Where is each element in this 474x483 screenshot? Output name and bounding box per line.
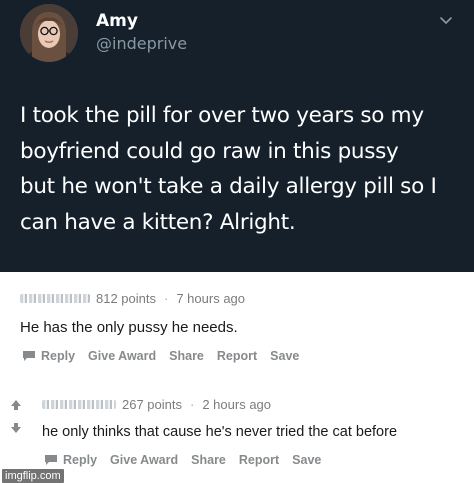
reply-label: Reply (41, 349, 76, 363)
comment-thread: 812 points · 7 hours ago He has the only… (0, 272, 474, 483)
reply-button[interactable]: Reply (44, 453, 97, 467)
username-redacted[interactable] (42, 400, 116, 409)
avatar[interactable] (20, 4, 78, 62)
avatar-image (20, 4, 78, 62)
report-button[interactable]: Report (217, 349, 257, 363)
save-button[interactable]: Save (270, 349, 299, 363)
reply-button[interactable]: Reply (22, 349, 75, 363)
username-redacted[interactable] (20, 294, 90, 303)
comment-meta: 812 points · 7 hours ago (20, 291, 245, 306)
tweet-text-line: can have a kitten? Alright. (20, 209, 296, 235)
tweet-text-line: boyfriend could go raw in this pussy (20, 138, 399, 164)
downvote-arrow-icon[interactable] (10, 422, 22, 434)
give-award-button[interactable]: Give Award (110, 453, 178, 467)
timestamp[interactable]: 2 hours ago (202, 397, 271, 412)
points: 812 points (96, 291, 156, 306)
timestamp[interactable]: 7 hours ago (176, 291, 245, 306)
separator-dot: · (190, 397, 195, 412)
share-button[interactable]: Share (169, 349, 204, 363)
save-button[interactable]: Save (292, 453, 321, 467)
tweet-text: I took the pill for over two years so my… (20, 98, 460, 240)
comment-meta: 267 points · 2 hours ago (42, 397, 271, 412)
tweet-card: Amy @indeprive I took the pill for over … (0, 0, 474, 272)
reply-icon (23, 351, 35, 361)
report-button[interactable]: Report (239, 453, 279, 467)
comment-actions: Reply Give Award Share Report Save (22, 349, 312, 363)
share-button[interactable]: Share (191, 453, 226, 467)
display-name[interactable]: Amy (96, 11, 138, 31)
user-handle[interactable]: @indeprive (96, 34, 187, 53)
chevron-down-icon[interactable] (436, 10, 456, 30)
reply-icon (45, 455, 57, 465)
comment-body: He has the only pussy he needs. (20, 319, 238, 336)
comment-body: he only thinks that cause he's never tri… (42, 424, 398, 440)
tweet-text-line: but he won't take a daily allergy pill s… (20, 174, 437, 199)
watermark: imgflip.com (2, 469, 64, 483)
points: 267 points (122, 397, 182, 412)
upvote-arrow-icon[interactable] (10, 399, 22, 411)
give-award-button[interactable]: Give Award (88, 349, 156, 363)
comment-actions: Reply Give Award Share Report Save (44, 453, 334, 467)
tweet-text-line: I took the pill for over two years so my (20, 103, 424, 128)
reply-label: Reply (63, 453, 98, 467)
separator-dot: · (164, 291, 169, 306)
